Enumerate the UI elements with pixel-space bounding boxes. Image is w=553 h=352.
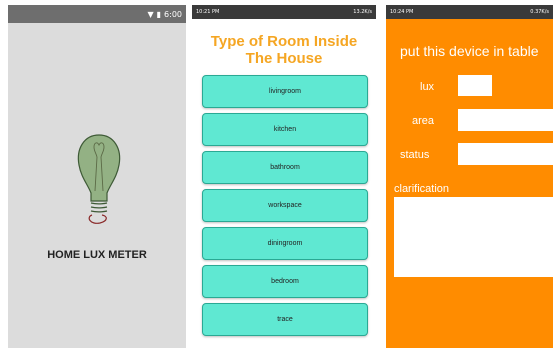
status-input[interactable] — [458, 143, 553, 165]
status-label: status — [400, 149, 430, 161]
status-time: 10:24 PM — [390, 9, 414, 15]
page-title: Type of Room Inside The House — [192, 33, 376, 67]
area-input[interactable] — [458, 109, 553, 131]
lux-input[interactable] — [458, 75, 492, 96]
room-list-screen: 10:21 PM 13.2K/s Type of Room Inside The… — [192, 5, 376, 348]
app-title: HOME LUX METER — [47, 249, 147, 261]
status-time: 10:21 PM — [196, 9, 220, 15]
screenshot-collage: ▼ ▮ 6:00 HOME LUX METER 10:21 PM 13.2K/s… — [0, 0, 553, 352]
area-label: area — [412, 115, 435, 127]
splash-screen: ▼ ▮ 6:00 HOME LUX METER — [8, 5, 186, 348]
lux-label: lux — [420, 81, 435, 93]
battery-icon: ▮ — [156, 9, 162, 19]
room-button-workspace[interactable]: workspace — [202, 189, 368, 222]
room-button-bathroom[interactable]: bathroom — [202, 151, 368, 184]
clarification-textarea[interactable] — [394, 197, 553, 277]
form-heading: put this device in table — [400, 43, 539, 59]
network-speed: 13.2K/s — [353, 9, 372, 15]
device-form-screen: 10:24 PM 0.37K/s put this device in tabl… — [386, 5, 553, 348]
network-speed: 0.37K/s — [530, 9, 549, 15]
room-button-diningroom[interactable]: diningroom — [202, 227, 368, 260]
status-bar: 10:24 PM 0.37K/s — [386, 5, 553, 19]
page-title-line1: Type of Room Inside — [210, 33, 358, 50]
room-button-bedroom[interactable]: bedroom — [202, 265, 368, 298]
room-button-livingroom[interactable]: livingroom — [202, 75, 368, 108]
room-button-trace[interactable]: trace — [202, 303, 368, 336]
status-time: 6:00 — [164, 9, 182, 19]
room-list: livingroom kitchen bathroom workspace di… — [202, 75, 368, 341]
wifi-icon: ▼ — [147, 9, 154, 19]
room-button-kitchen[interactable]: kitchen — [202, 113, 368, 146]
status-bar: ▼ ▮ 6:00 — [8, 5, 186, 23]
page-title-line2: The House — [245, 50, 323, 67]
lightbulb-icon — [77, 134, 121, 224]
clarification-label: clarification — [394, 183, 450, 195]
status-bar: 10:21 PM 13.2K/s — [192, 5, 376, 19]
